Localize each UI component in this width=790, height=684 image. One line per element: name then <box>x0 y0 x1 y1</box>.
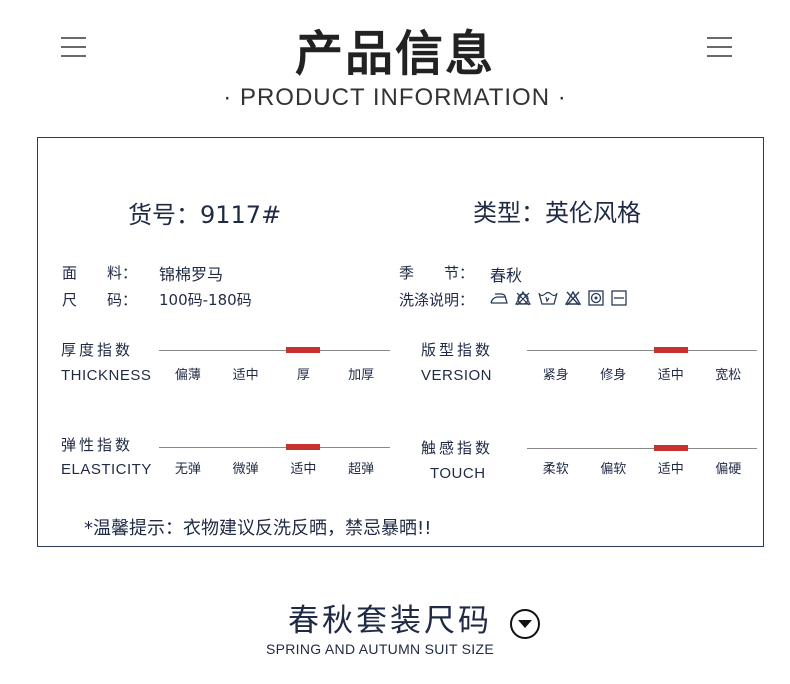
version-tick: 修身 <box>600 368 627 383</box>
section-title-cn: 春秋套装尺码 <box>288 603 492 639</box>
elasticity-track <box>159 447 390 448</box>
season-value: 春秋 <box>490 266 523 285</box>
sku-label: 货号： <box>128 201 200 229</box>
touch-tick: 偏软 <box>600 462 627 477</box>
iron-icon <box>490 293 508 304</box>
size-value: 100码-180码 <box>159 291 252 309</box>
version-tick: 紧身 <box>542 368 569 383</box>
elasticity-indicator <box>286 444 321 450</box>
product-info-card: 货号：9117# 类型：英伦风格 面 料： 锦棉罗马 尺 码： 100码-180… <box>37 137 764 547</box>
elasticity-tick: 超弹 <box>348 462 375 477</box>
touch-tick: 柔软 <box>542 462 569 477</box>
version-title-en: VERSION <box>421 367 493 384</box>
thickness-tick: 偏薄 <box>174 368 201 383</box>
chevron-down-icon[interactable] <box>509 608 541 640</box>
care-tip: *温馨提示：衣物建议反洗反晒，禁忌暴晒!! <box>84 518 432 539</box>
thickness-tick: 适中 <box>232 368 259 383</box>
elasticity-tick: 无弹 <box>174 462 201 477</box>
elasticity-tick: 适中 <box>290 462 317 477</box>
version-tick: 宽松 <box>715 368 742 383</box>
fabric-value: 锦棉罗马 <box>159 265 224 284</box>
elasticity-tick: 微弹 <box>232 462 259 477</box>
type-label: 类型： <box>473 199 545 227</box>
touch-tick: 适中 <box>657 462 684 477</box>
version-tick: 适中 <box>657 368 684 383</box>
thickness-title-cn: 厚度指数 <box>61 341 134 359</box>
elasticity-title-en: ELASTICITY <box>61 461 152 478</box>
thickness-indicator <box>286 347 321 353</box>
size-label: 尺 码： <box>62 291 138 309</box>
no-dry-clean-icon <box>564 290 582 306</box>
thickness-title-en: THICKNESS <box>61 367 152 384</box>
fabric-label: 面 料： <box>62 264 138 282</box>
no-bleach-icon <box>514 290 532 306</box>
touch-title-cn: 触感指数 <box>421 439 494 457</box>
touch-tick: 偏硬 <box>715 462 742 477</box>
care-label: 洗涤说明： <box>399 291 475 309</box>
care-icons <box>489 290 628 306</box>
thickness-track <box>159 350 390 351</box>
version-title-cn: 版型指数 <box>421 341 494 359</box>
type-value: 英伦风格 <box>545 199 641 227</box>
section-title-en: SPRING AND AUTUMN SUIT SIZE <box>266 641 494 657</box>
page-title: 产品信息 <box>294 26 495 82</box>
touch-title-en: TOUCH <box>430 465 486 482</box>
tumble-dry-icon <box>588 290 604 306</box>
touch-indicator <box>653 445 688 451</box>
elasticity-title-cn: 弹性指数 <box>61 436 134 454</box>
season-label: 季 节： <box>399 264 475 282</box>
thickness-tick: 加厚 <box>348 368 375 383</box>
sku-value: 9117# <box>200 201 282 229</box>
page-subtitle: · PRODUCT INFORMATION · <box>223 84 567 111</box>
touch-track <box>527 448 757 449</box>
sku: 货号：9117# <box>128 195 281 230</box>
version-indicator <box>653 347 688 353</box>
version-track <box>527 350 757 351</box>
hand-wash-icon <box>538 291 558 305</box>
flat-dry-icon <box>611 290 627 306</box>
thickness-tick: 厚 <box>296 368 310 383</box>
type: 类型：英伦风格 <box>473 193 641 228</box>
